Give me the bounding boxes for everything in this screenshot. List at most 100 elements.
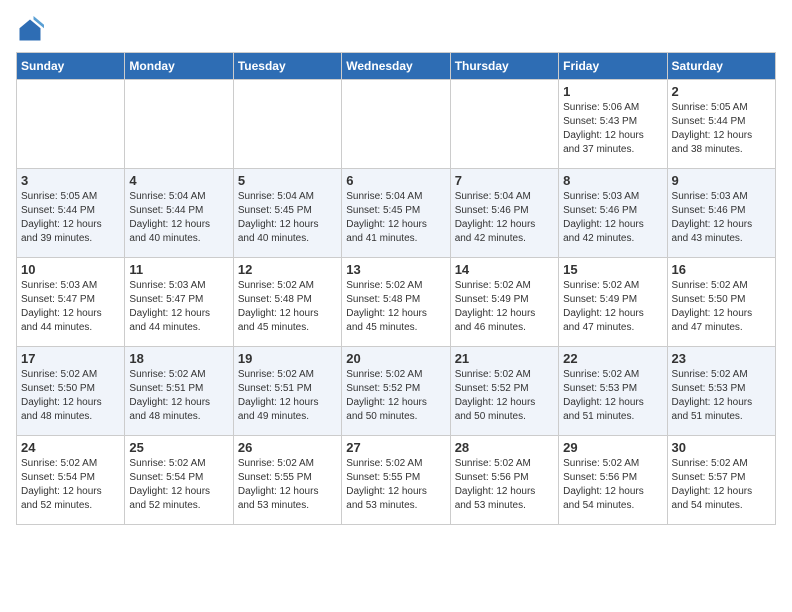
calendar-cell: 16 Sunrise: 5:02 AM Sunset: 5:50 PM Dayli… xyxy=(667,258,775,347)
calendar-week-row: 24 Sunrise: 5:02 AM Sunset: 5:54 PM Dayli… xyxy=(17,436,776,525)
day-info: Sunrise: 5:04 AM Sunset: 5:45 PM Dayligh… xyxy=(346,190,445,246)
day-number: 2 xyxy=(672,84,771,99)
day-info: Sunrise: 5:02 AM Sunset: 5:52 PM Dayligh… xyxy=(455,368,554,424)
calendar-cell: 10 Sunrise: 5:03 AM Sunset: 5:47 PM Dayli… xyxy=(17,258,125,347)
day-number: 10 xyxy=(21,262,120,277)
day-info: Sunrise: 5:04 AM Sunset: 5:46 PM Dayligh… xyxy=(455,190,554,246)
day-info: Sunrise: 5:05 AM Sunset: 5:44 PM Dayligh… xyxy=(672,101,771,157)
calendar-cell xyxy=(450,80,558,169)
day-number: 14 xyxy=(455,262,554,277)
day-number: 15 xyxy=(563,262,662,277)
logo-icon xyxy=(16,16,44,44)
day-info: Sunrise: 5:06 AM Sunset: 5:43 PM Dayligh… xyxy=(563,101,662,157)
day-info: Sunrise: 5:02 AM Sunset: 5:57 PM Dayligh… xyxy=(672,457,771,513)
day-info: Sunrise: 5:02 AM Sunset: 5:55 PM Dayligh… xyxy=(238,457,337,513)
day-number: 1 xyxy=(563,84,662,99)
day-info: Sunrise: 5:03 AM Sunset: 5:46 PM Dayligh… xyxy=(672,190,771,246)
calendar-cell: 20 Sunrise: 5:02 AM Sunset: 5:52 PM Dayli… xyxy=(342,347,450,436)
day-info: Sunrise: 5:02 AM Sunset: 5:52 PM Dayligh… xyxy=(346,368,445,424)
day-number: 5 xyxy=(238,173,337,188)
day-info: Sunrise: 5:02 AM Sunset: 5:49 PM Dayligh… xyxy=(455,279,554,335)
calendar-cell: 28 Sunrise: 5:02 AM Sunset: 5:56 PM Dayli… xyxy=(450,436,558,525)
day-number: 9 xyxy=(672,173,771,188)
weekday-header: Tuesday xyxy=(233,53,341,80)
calendar-cell: 3 Sunrise: 5:05 AM Sunset: 5:44 PM Daylig… xyxy=(17,169,125,258)
day-info: Sunrise: 5:02 AM Sunset: 5:49 PM Dayligh… xyxy=(563,279,662,335)
calendar-body: 1 Sunrise: 5:06 AM Sunset: 5:43 PM Daylig… xyxy=(17,80,776,525)
day-info: Sunrise: 5:02 AM Sunset: 5:54 PM Dayligh… xyxy=(21,457,120,513)
calendar-cell: 11 Sunrise: 5:03 AM Sunset: 5:47 PM Dayli… xyxy=(125,258,233,347)
calendar-cell xyxy=(233,80,341,169)
day-number: 24 xyxy=(21,440,120,455)
calendar-cell xyxy=(125,80,233,169)
calendar-week-row: 10 Sunrise: 5:03 AM Sunset: 5:47 PM Dayli… xyxy=(17,258,776,347)
calendar-cell: 1 Sunrise: 5:06 AM Sunset: 5:43 PM Daylig… xyxy=(559,80,667,169)
calendar-cell: 15 Sunrise: 5:02 AM Sunset: 5:49 PM Dayli… xyxy=(559,258,667,347)
weekday-header: Saturday xyxy=(667,53,775,80)
weekday-header: Friday xyxy=(559,53,667,80)
calendar-week-row: 1 Sunrise: 5:06 AM Sunset: 5:43 PM Daylig… xyxy=(17,80,776,169)
day-info: Sunrise: 5:02 AM Sunset: 5:56 PM Dayligh… xyxy=(455,457,554,513)
day-number: 4 xyxy=(129,173,228,188)
calendar-cell: 14 Sunrise: 5:02 AM Sunset: 5:49 PM Dayli… xyxy=(450,258,558,347)
day-info: Sunrise: 5:03 AM Sunset: 5:47 PM Dayligh… xyxy=(21,279,120,335)
calendar-cell: 12 Sunrise: 5:02 AM Sunset: 5:48 PM Dayli… xyxy=(233,258,341,347)
calendar-week-row: 17Sunrise: 5:02 AM Sunset: 5:50 PM Dayli… xyxy=(17,347,776,436)
calendar-cell: 8Sunrise: 5:03 AM Sunset: 5:46 PM Daylig… xyxy=(559,169,667,258)
day-number: 30 xyxy=(672,440,771,455)
calendar-cell: 9 Sunrise: 5:03 AM Sunset: 5:46 PM Daylig… xyxy=(667,169,775,258)
day-info: Sunrise: 5:02 AM Sunset: 5:54 PM Dayligh… xyxy=(129,457,228,513)
day-number: 20 xyxy=(346,351,445,366)
day-info: Sunrise: 5:02 AM Sunset: 5:50 PM Dayligh… xyxy=(672,279,771,335)
day-number: 23 xyxy=(672,351,771,366)
day-number: 17 xyxy=(21,351,120,366)
page-header xyxy=(16,16,776,44)
calendar-cell xyxy=(17,80,125,169)
calendar-header-row: SundayMondayTuesdayWednesdayThursdayFrid… xyxy=(17,53,776,80)
calendar-cell: 19Sunrise: 5:02 AM Sunset: 5:51 PM Dayli… xyxy=(233,347,341,436)
day-number: 29 xyxy=(563,440,662,455)
calendar-cell: 18 Sunrise: 5:02 AM Sunset: 5:51 PM Dayli… xyxy=(125,347,233,436)
calendar-cell: 29Sunrise: 5:02 AM Sunset: 5:56 PM Dayli… xyxy=(559,436,667,525)
day-info: Sunrise: 5:02 AM Sunset: 5:55 PM Dayligh… xyxy=(346,457,445,513)
calendar-cell: 30 Sunrise: 5:02 AM Sunset: 5:57 PM Dayli… xyxy=(667,436,775,525)
day-number: 21 xyxy=(455,351,554,366)
weekday-header: Sunday xyxy=(17,53,125,80)
day-number: 25 xyxy=(129,440,228,455)
day-number: 27 xyxy=(346,440,445,455)
day-number: 3 xyxy=(21,173,120,188)
calendar-cell: 25 Sunrise: 5:02 AM Sunset: 5:54 PM Dayli… xyxy=(125,436,233,525)
calendar-cell: 6Sunrise: 5:04 AM Sunset: 5:45 PM Daylig… xyxy=(342,169,450,258)
calendar-cell: 21 Sunrise: 5:02 AM Sunset: 5:52 PM Dayli… xyxy=(450,347,558,436)
day-info: Sunrise: 5:02 AM Sunset: 5:51 PM Dayligh… xyxy=(238,368,337,424)
day-number: 22 xyxy=(563,351,662,366)
day-number: 12 xyxy=(238,262,337,277)
day-info: Sunrise: 5:04 AM Sunset: 5:44 PM Dayligh… xyxy=(129,190,228,246)
day-number: 7 xyxy=(455,173,554,188)
day-info: Sunrise: 5:02 AM Sunset: 5:53 PM Dayligh… xyxy=(672,368,771,424)
calendar-cell: 5Sunrise: 5:04 AM Sunset: 5:45 PM Daylig… xyxy=(233,169,341,258)
day-number: 28 xyxy=(455,440,554,455)
calendar-cell: 26Sunrise: 5:02 AM Sunset: 5:55 PM Dayli… xyxy=(233,436,341,525)
calendar-cell: 22Sunrise: 5:02 AM Sunset: 5:53 PM Dayli… xyxy=(559,347,667,436)
calendar-cell: 27 Sunrise: 5:02 AM Sunset: 5:55 PM Dayli… xyxy=(342,436,450,525)
calendar-cell: 4 Sunrise: 5:04 AM Sunset: 5:44 PM Daylig… xyxy=(125,169,233,258)
day-number: 16 xyxy=(672,262,771,277)
weekday-header: Wednesday xyxy=(342,53,450,80)
day-info: Sunrise: 5:05 AM Sunset: 5:44 PM Dayligh… xyxy=(21,190,120,246)
calendar-table: SundayMondayTuesdayWednesdayThursdayFrid… xyxy=(16,52,776,525)
weekday-header: Monday xyxy=(125,53,233,80)
calendar-cell: 17Sunrise: 5:02 AM Sunset: 5:50 PM Dayli… xyxy=(17,347,125,436)
day-info: Sunrise: 5:02 AM Sunset: 5:48 PM Dayligh… xyxy=(346,279,445,335)
day-info: Sunrise: 5:03 AM Sunset: 5:47 PM Dayligh… xyxy=(129,279,228,335)
day-info: Sunrise: 5:02 AM Sunset: 5:48 PM Dayligh… xyxy=(238,279,337,335)
day-number: 18 xyxy=(129,351,228,366)
calendar-cell: 23 Sunrise: 5:02 AM Sunset: 5:53 PM Dayli… xyxy=(667,347,775,436)
calendar-cell: 24 Sunrise: 5:02 AM Sunset: 5:54 PM Dayli… xyxy=(17,436,125,525)
day-info: Sunrise: 5:02 AM Sunset: 5:51 PM Dayligh… xyxy=(129,368,228,424)
calendar-cell: 13Sunrise: 5:02 AM Sunset: 5:48 PM Dayli… xyxy=(342,258,450,347)
day-number: 8 xyxy=(563,173,662,188)
calendar-week-row: 3 Sunrise: 5:05 AM Sunset: 5:44 PM Daylig… xyxy=(17,169,776,258)
calendar-cell: 2 Sunrise: 5:05 AM Sunset: 5:44 PM Daylig… xyxy=(667,80,775,169)
day-number: 11 xyxy=(129,262,228,277)
